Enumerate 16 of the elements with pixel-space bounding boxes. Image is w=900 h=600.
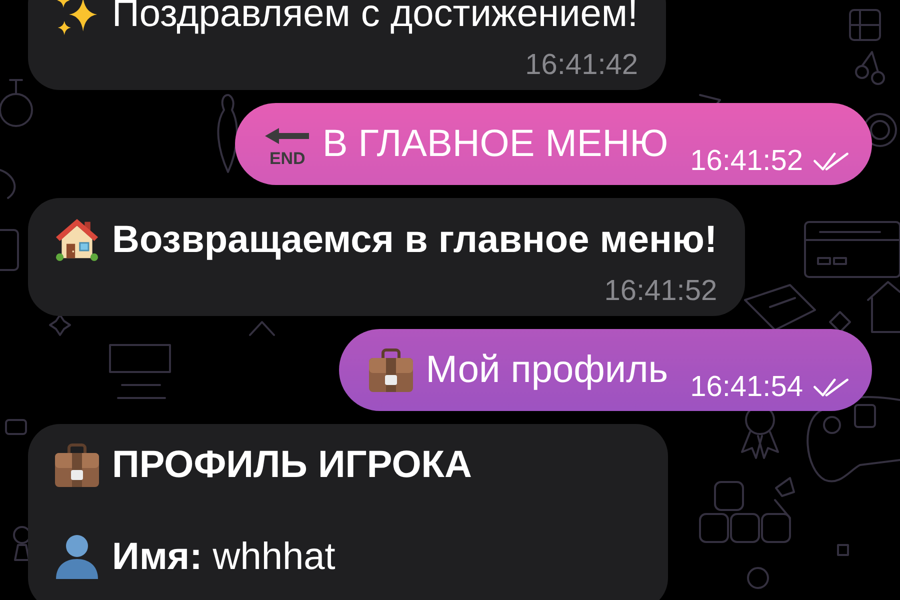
sparkles-icon <box>55 0 99 36</box>
left-arrow-icon <box>265 128 310 144</box>
message-time: 16:41:42 <box>525 50 638 80</box>
briefcase-icon <box>55 443 99 487</box>
message-text: В ГЛАВНОЕ МЕНЮ <box>322 122 668 166</box>
message-time: 16:41:52 <box>604 276 718 306</box>
house-icon <box>55 218 99 262</box>
message-time: 16:41:54 <box>690 372 803 402</box>
profile-title: ПРОФИЛЬ ИГРОКА <box>112 443 472 488</box>
end-label: END <box>269 152 306 166</box>
message-time: 16:41:52 <box>690 146 803 176</box>
profile-field: Имя: whhhat <box>112 534 336 580</box>
person-icon <box>55 535 99 579</box>
briefcase-icon <box>368 348 413 392</box>
message-text: Возвращаемся в главное меню! <box>112 218 718 262</box>
message-text: Мой профиль <box>426 348 668 392</box>
